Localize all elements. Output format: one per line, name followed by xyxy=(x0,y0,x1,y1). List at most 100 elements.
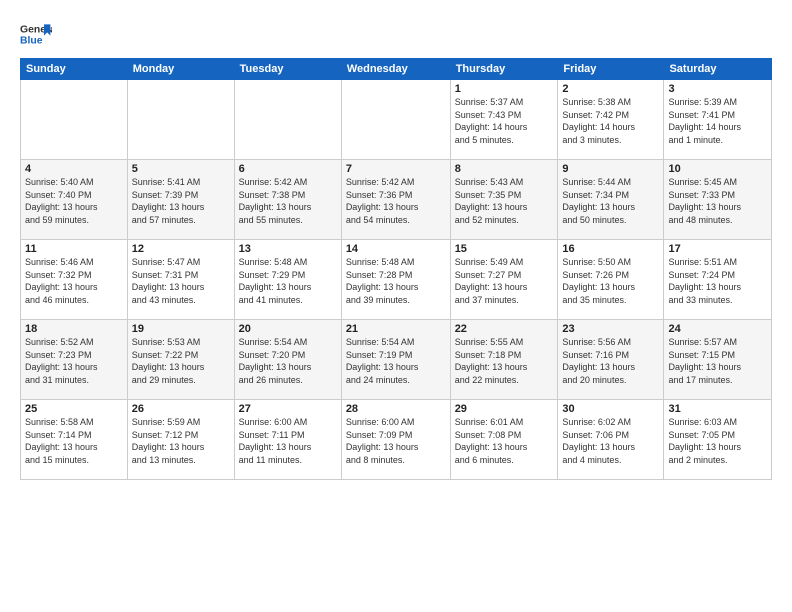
day-number: 8 xyxy=(455,163,554,175)
calendar-week-2: 4Sunrise: 5:40 AM Sunset: 7:40 PM Daylig… xyxy=(21,160,772,240)
day-number: 7 xyxy=(346,163,446,175)
day-header-monday: Monday xyxy=(127,59,234,80)
day-info: Sunrise: 5:40 AM Sunset: 7:40 PM Dayligh… xyxy=(25,176,123,226)
calendar-cell: 10Sunrise: 5:45 AM Sunset: 7:33 PM Dayli… xyxy=(664,160,772,240)
day-info: Sunrise: 5:51 AM Sunset: 7:24 PM Dayligh… xyxy=(668,256,767,306)
day-number: 2 xyxy=(562,83,659,95)
day-number: 17 xyxy=(668,243,767,255)
calendar-cell: 11Sunrise: 5:46 AM Sunset: 7:32 PM Dayli… xyxy=(21,240,128,320)
day-number: 18 xyxy=(25,323,123,335)
day-info: Sunrise: 5:57 AM Sunset: 7:15 PM Dayligh… xyxy=(668,336,767,386)
calendar-cell: 30Sunrise: 6:02 AM Sunset: 7:06 PM Dayli… xyxy=(558,400,664,480)
day-info: Sunrise: 5:41 AM Sunset: 7:39 PM Dayligh… xyxy=(132,176,230,226)
calendar-cell: 24Sunrise: 5:57 AM Sunset: 7:15 PM Dayli… xyxy=(664,320,772,400)
day-info: Sunrise: 6:00 AM Sunset: 7:09 PM Dayligh… xyxy=(346,416,446,466)
calendar-cell: 8Sunrise: 5:43 AM Sunset: 7:35 PM Daylig… xyxy=(450,160,558,240)
day-info: Sunrise: 5:58 AM Sunset: 7:14 PM Dayligh… xyxy=(25,416,123,466)
day-header-friday: Friday xyxy=(558,59,664,80)
calendar-cell: 6Sunrise: 5:42 AM Sunset: 7:38 PM Daylig… xyxy=(234,160,341,240)
calendar-cell: 20Sunrise: 5:54 AM Sunset: 7:20 PM Dayli… xyxy=(234,320,341,400)
calendar-cell: 23Sunrise: 5:56 AM Sunset: 7:16 PM Dayli… xyxy=(558,320,664,400)
day-number: 27 xyxy=(239,403,337,415)
day-number: 10 xyxy=(668,163,767,175)
calendar-cell: 15Sunrise: 5:49 AM Sunset: 7:27 PM Dayli… xyxy=(450,240,558,320)
day-info: Sunrise: 5:38 AM Sunset: 7:42 PM Dayligh… xyxy=(562,96,659,146)
calendar-cell: 29Sunrise: 6:01 AM Sunset: 7:08 PM Dayli… xyxy=(450,400,558,480)
calendar-cell: 7Sunrise: 5:42 AM Sunset: 7:36 PM Daylig… xyxy=(341,160,450,240)
day-info: Sunrise: 6:01 AM Sunset: 7:08 PM Dayligh… xyxy=(455,416,554,466)
calendar-cell: 13Sunrise: 5:48 AM Sunset: 7:29 PM Dayli… xyxy=(234,240,341,320)
calendar-week-3: 11Sunrise: 5:46 AM Sunset: 7:32 PM Dayli… xyxy=(21,240,772,320)
calendar-cell: 26Sunrise: 5:59 AM Sunset: 7:12 PM Dayli… xyxy=(127,400,234,480)
calendar-cell: 25Sunrise: 5:58 AM Sunset: 7:14 PM Dayli… xyxy=(21,400,128,480)
day-number: 13 xyxy=(239,243,337,255)
day-info: Sunrise: 5:42 AM Sunset: 7:38 PM Dayligh… xyxy=(239,176,337,226)
day-number: 4 xyxy=(25,163,123,175)
day-number: 9 xyxy=(562,163,659,175)
day-info: Sunrise: 5:42 AM Sunset: 7:36 PM Dayligh… xyxy=(346,176,446,226)
calendar-cell: 4Sunrise: 5:40 AM Sunset: 7:40 PM Daylig… xyxy=(21,160,128,240)
logo: General Blue xyxy=(20,18,54,50)
day-number: 24 xyxy=(668,323,767,335)
day-header-saturday: Saturday xyxy=(664,59,772,80)
day-info: Sunrise: 5:52 AM Sunset: 7:23 PM Dayligh… xyxy=(25,336,123,386)
day-number: 25 xyxy=(25,403,123,415)
calendar-cell: 31Sunrise: 6:03 AM Sunset: 7:05 PM Dayli… xyxy=(664,400,772,480)
day-info: Sunrise: 5:48 AM Sunset: 7:28 PM Dayligh… xyxy=(346,256,446,306)
header: General Blue xyxy=(20,18,772,50)
day-header-wednesday: Wednesday xyxy=(341,59,450,80)
day-info: Sunrise: 5:37 AM Sunset: 7:43 PM Dayligh… xyxy=(455,96,554,146)
day-number: 29 xyxy=(455,403,554,415)
calendar-cell: 16Sunrise: 5:50 AM Sunset: 7:26 PM Dayli… xyxy=(558,240,664,320)
day-info: Sunrise: 6:03 AM Sunset: 7:05 PM Dayligh… xyxy=(668,416,767,466)
calendar-cell: 19Sunrise: 5:53 AM Sunset: 7:22 PM Dayli… xyxy=(127,320,234,400)
day-info: Sunrise: 5:54 AM Sunset: 7:20 PM Dayligh… xyxy=(239,336,337,386)
day-info: Sunrise: 6:00 AM Sunset: 7:11 PM Dayligh… xyxy=(239,416,337,466)
svg-text:Blue: Blue xyxy=(20,36,43,47)
day-info: Sunrise: 5:50 AM Sunset: 7:26 PM Dayligh… xyxy=(562,256,659,306)
day-info: Sunrise: 6:02 AM Sunset: 7:06 PM Dayligh… xyxy=(562,416,659,466)
day-info: Sunrise: 5:53 AM Sunset: 7:22 PM Dayligh… xyxy=(132,336,230,386)
day-info: Sunrise: 5:56 AM Sunset: 7:16 PM Dayligh… xyxy=(562,336,659,386)
day-info: Sunrise: 5:55 AM Sunset: 7:18 PM Dayligh… xyxy=(455,336,554,386)
calendar-cell: 18Sunrise: 5:52 AM Sunset: 7:23 PM Dayli… xyxy=(21,320,128,400)
day-info: Sunrise: 5:48 AM Sunset: 7:29 PM Dayligh… xyxy=(239,256,337,306)
calendar-cell: 21Sunrise: 5:54 AM Sunset: 7:19 PM Dayli… xyxy=(341,320,450,400)
calendar-cell: 2Sunrise: 5:38 AM Sunset: 7:42 PM Daylig… xyxy=(558,80,664,160)
calendar-cell: 28Sunrise: 6:00 AM Sunset: 7:09 PM Dayli… xyxy=(341,400,450,480)
day-header-thursday: Thursday xyxy=(450,59,558,80)
calendar-header-row: SundayMondayTuesdayWednesdayThursdayFrid… xyxy=(21,59,772,80)
calendar-cell: 22Sunrise: 5:55 AM Sunset: 7:18 PM Dayli… xyxy=(450,320,558,400)
calendar-week-4: 18Sunrise: 5:52 AM Sunset: 7:23 PM Dayli… xyxy=(21,320,772,400)
day-number: 12 xyxy=(132,243,230,255)
day-info: Sunrise: 5:59 AM Sunset: 7:12 PM Dayligh… xyxy=(132,416,230,466)
day-number: 6 xyxy=(239,163,337,175)
day-info: Sunrise: 5:47 AM Sunset: 7:31 PM Dayligh… xyxy=(132,256,230,306)
calendar-cell xyxy=(234,80,341,160)
day-info: Sunrise: 5:39 AM Sunset: 7:41 PM Dayligh… xyxy=(668,96,767,146)
day-info: Sunrise: 5:46 AM Sunset: 7:32 PM Dayligh… xyxy=(25,256,123,306)
day-number: 22 xyxy=(455,323,554,335)
day-info: Sunrise: 5:45 AM Sunset: 7:33 PM Dayligh… xyxy=(668,176,767,226)
day-number: 19 xyxy=(132,323,230,335)
calendar-cell: 5Sunrise: 5:41 AM Sunset: 7:39 PM Daylig… xyxy=(127,160,234,240)
day-number: 3 xyxy=(668,83,767,95)
calendar-cell xyxy=(127,80,234,160)
day-info: Sunrise: 5:54 AM Sunset: 7:19 PM Dayligh… xyxy=(346,336,446,386)
calendar-cell: 27Sunrise: 6:00 AM Sunset: 7:11 PM Dayli… xyxy=(234,400,341,480)
calendar-cell xyxy=(341,80,450,160)
calendar-table: SundayMondayTuesdayWednesdayThursdayFrid… xyxy=(20,58,772,480)
day-number: 11 xyxy=(25,243,123,255)
day-number: 16 xyxy=(562,243,659,255)
day-number: 30 xyxy=(562,403,659,415)
day-info: Sunrise: 5:43 AM Sunset: 7:35 PM Dayligh… xyxy=(455,176,554,226)
day-number: 23 xyxy=(562,323,659,335)
day-number: 1 xyxy=(455,83,554,95)
day-number: 21 xyxy=(346,323,446,335)
calendar-cell: 9Sunrise: 5:44 AM Sunset: 7:34 PM Daylig… xyxy=(558,160,664,240)
day-number: 5 xyxy=(132,163,230,175)
calendar-cell: 3Sunrise: 5:39 AM Sunset: 7:41 PM Daylig… xyxy=(664,80,772,160)
logo-icon: General Blue xyxy=(20,18,52,50)
calendar-week-5: 25Sunrise: 5:58 AM Sunset: 7:14 PM Dayli… xyxy=(21,400,772,480)
day-header-tuesday: Tuesday xyxy=(234,59,341,80)
